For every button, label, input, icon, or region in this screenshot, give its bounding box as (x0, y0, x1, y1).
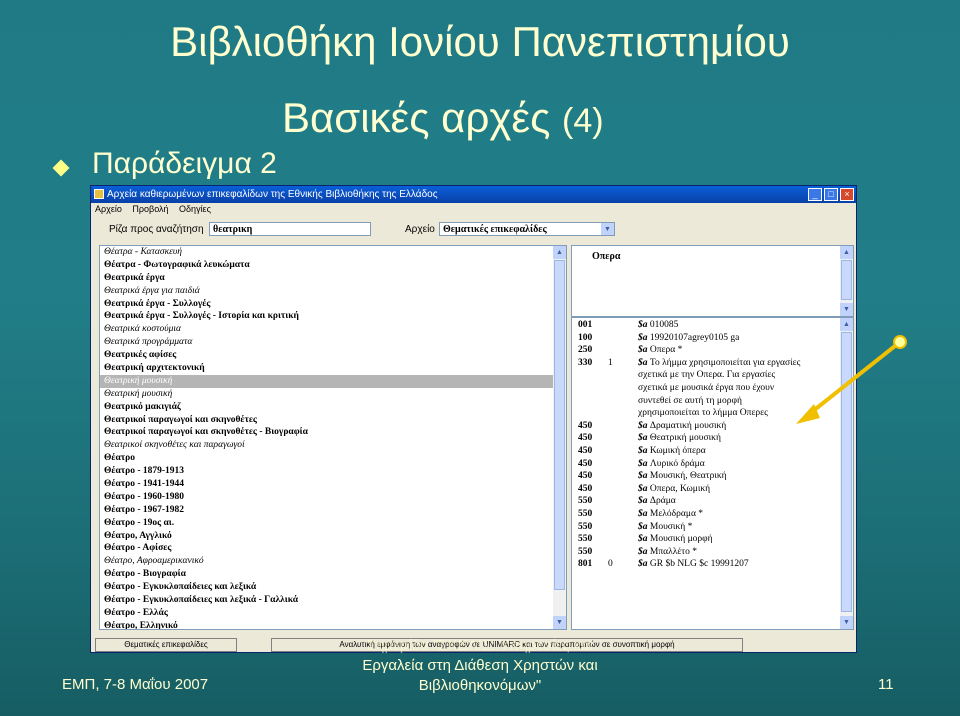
footer-event: Σημερίδα "ΣΚΕΛΙΣ: Υπηρεσίες και Εργαλεία… (300, 636, 660, 696)
arrow-dot-icon (893, 335, 907, 349)
footer-event-line1: Σημερίδα "ΣΚΕΛΙΣ: Υπηρεσίες και (366, 637, 594, 654)
footer-event-line2: Εργαλεία στη Διάθεση Χρηστών και (362, 657, 598, 674)
footer-event-line3: Βιβλιοθηκονόμων" (418, 677, 542, 694)
annotation-arrow (796, 335, 907, 424)
footer-date: ΕΜΠ, 7-8 Μαΐου 2007 (62, 676, 209, 693)
page-number: 11 (878, 676, 894, 693)
arrow-line (806, 340, 902, 417)
